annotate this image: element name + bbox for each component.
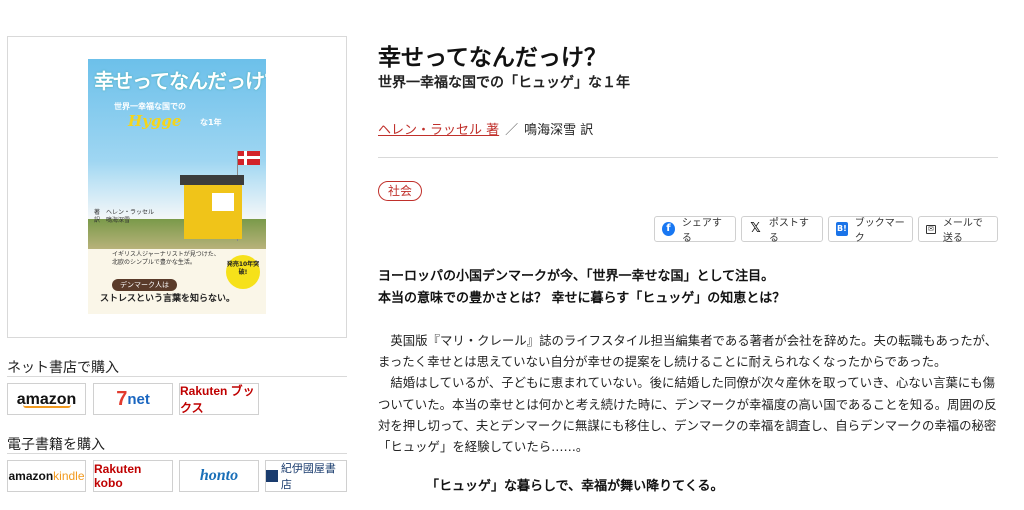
print-stores-heading: ネット書店で購入 bbox=[7, 360, 119, 376]
book-subtitle: 世界一幸福な国での「ヒュッゲ」な１年 bbox=[378, 75, 630, 91]
x-icon: 𝕏 bbox=[750, 221, 761, 236]
danish-flag-icon bbox=[238, 151, 260, 165]
ebook-stores-heading: 電子書籍を購入 bbox=[7, 437, 105, 453]
cover-title: 幸せってなんだっけ? bbox=[94, 69, 266, 93]
cover-badge: 発売10年突破! bbox=[226, 255, 260, 289]
sevennet-button[interactable]: 7 net bbox=[93, 383, 173, 415]
house-window bbox=[212, 193, 234, 211]
description-paragraph: 結婚はしているが、子どもに恵まれていない。後に結婚した同僚が次々産休を取っていき… bbox=[378, 375, 997, 455]
book-cover-image[interactable]: 幸せってなんだっけ? 世界一幸福な国での Hygge な1年 著 ヘレン・ラッセ… bbox=[88, 59, 266, 314]
description-lead: ヨーロッパの小国デンマークが今、「世界一幸せな国」として注目。 本当の意味での豊… bbox=[378, 266, 785, 310]
divider bbox=[7, 376, 347, 377]
kindle-logo-kindle: kindle bbox=[53, 469, 85, 483]
lead-line: ヨーロッパの小国デンマークが今、「世界一幸せな国」として注目。 bbox=[378, 269, 775, 284]
divider bbox=[378, 157, 998, 158]
cover-blurb: イギリス人ジャーナリストが見つけた、 北欧のシンプルで豊かな生活。 bbox=[112, 251, 220, 267]
lead-line: 本当の意味での豊かさとは？ 幸せに暮らす「ヒュッゲ」の知恵とは？ bbox=[378, 291, 786, 306]
bookmark-label: ブックマーク bbox=[854, 218, 905, 244]
sevennet-logo: net bbox=[127, 390, 150, 408]
cover-frame: 幸せってなんだっけ? 世界一幸福な国での Hygge な1年 著 ヘレン・ラッセ… bbox=[7, 36, 347, 338]
rakuten-kobo-logo: Rakuten kobo bbox=[94, 462, 142, 490]
rakuten-books-button[interactable]: Rakuten ブックス bbox=[179, 383, 259, 415]
cover-big-text: ストレスという言葉を知らない。 bbox=[100, 294, 236, 304]
honto-button[interactable]: honto bbox=[179, 460, 259, 492]
cover-author: 著 ヘレン・ラッセル 訳 鳴海深雪 bbox=[94, 209, 154, 226]
book-title: 幸せってなんだっけ？ bbox=[378, 45, 607, 71]
hatena-bookmark-icon: B! bbox=[836, 222, 848, 236]
x-post-button[interactable]: 𝕏 ポストする bbox=[741, 216, 823, 244]
bookmark-button[interactable]: B! ブックマーク bbox=[828, 216, 913, 244]
facebook-share-label: シェアする bbox=[681, 218, 722, 244]
sevennet-seven: 7 bbox=[116, 387, 128, 410]
honto-logo: honto bbox=[199, 467, 239, 484]
category-tag[interactable]: 社会 bbox=[378, 181, 423, 201]
description-paragraph: 英国版『マリ・クレール』誌のライフスタイル担当編集者である著者が会社を辞めた。夫… bbox=[378, 333, 998, 370]
facebook-icon: f bbox=[662, 222, 675, 236]
rakuten-kobo-button[interactable]: Rakuten kobo bbox=[93, 460, 173, 492]
amazon-kindle-button[interactable]: amazon kindle bbox=[7, 460, 86, 492]
cover-pill: デンマーク人は bbox=[112, 279, 177, 291]
cover-hygge: Hygge bbox=[128, 112, 182, 130]
amazon-smile-icon bbox=[22, 405, 71, 408]
cover-subtitle: 世界一幸福な国での bbox=[114, 102, 186, 111]
facebook-share-button[interactable]: f シェアする bbox=[654, 216, 736, 244]
cover-blurb-line: 北欧のシンプルで豊かな生活。 bbox=[112, 259, 196, 267]
credit-separator: ／ bbox=[505, 123, 519, 138]
x-post-label: ポストする bbox=[768, 218, 809, 244]
divider bbox=[7, 453, 347, 454]
description-body: 英国版『マリ・クレール』誌のライフスタイル担当編集者である著者が会社を辞めた。夫… bbox=[378, 330, 1002, 457]
mail-icon: ✉ bbox=[926, 224, 936, 234]
mail-share-label: メールで送る bbox=[942, 218, 983, 244]
cover-hygge-tail: な1年 bbox=[200, 118, 222, 127]
book-credits: ヘレン・ラッセル 著 ／ 鳴海深雪 訳 bbox=[378, 119, 593, 138]
kinokuniya-logo: 紀伊國屋書店 bbox=[280, 462, 336, 491]
author-link[interactable]: ヘレン・ラッセル 著 bbox=[378, 123, 499, 138]
translator: 鳴海深雪 訳 bbox=[524, 123, 594, 138]
kinokuniya-icon bbox=[266, 470, 278, 482]
description-closing: 「ヒュッゲ」な暮らしで、幸福が舞い降りてくる。 bbox=[426, 479, 724, 494]
rakuten-books-logo: Rakuten ブックス bbox=[180, 384, 255, 415]
house-roof bbox=[180, 175, 244, 185]
cover-blurb-line: イギリス人ジャーナリストが見つけた、 bbox=[112, 251, 220, 258]
mail-share-button[interactable]: ✉ メールで送る bbox=[918, 216, 998, 244]
kindle-logo-amazon: amazon bbox=[8, 469, 54, 483]
kinokuniya-button[interactable]: 紀伊國屋書店 bbox=[265, 460, 347, 492]
amazon-button[interactable]: amazon bbox=[7, 383, 86, 415]
cover-translator-line: 訳 鳴海深雪 bbox=[94, 217, 131, 225]
